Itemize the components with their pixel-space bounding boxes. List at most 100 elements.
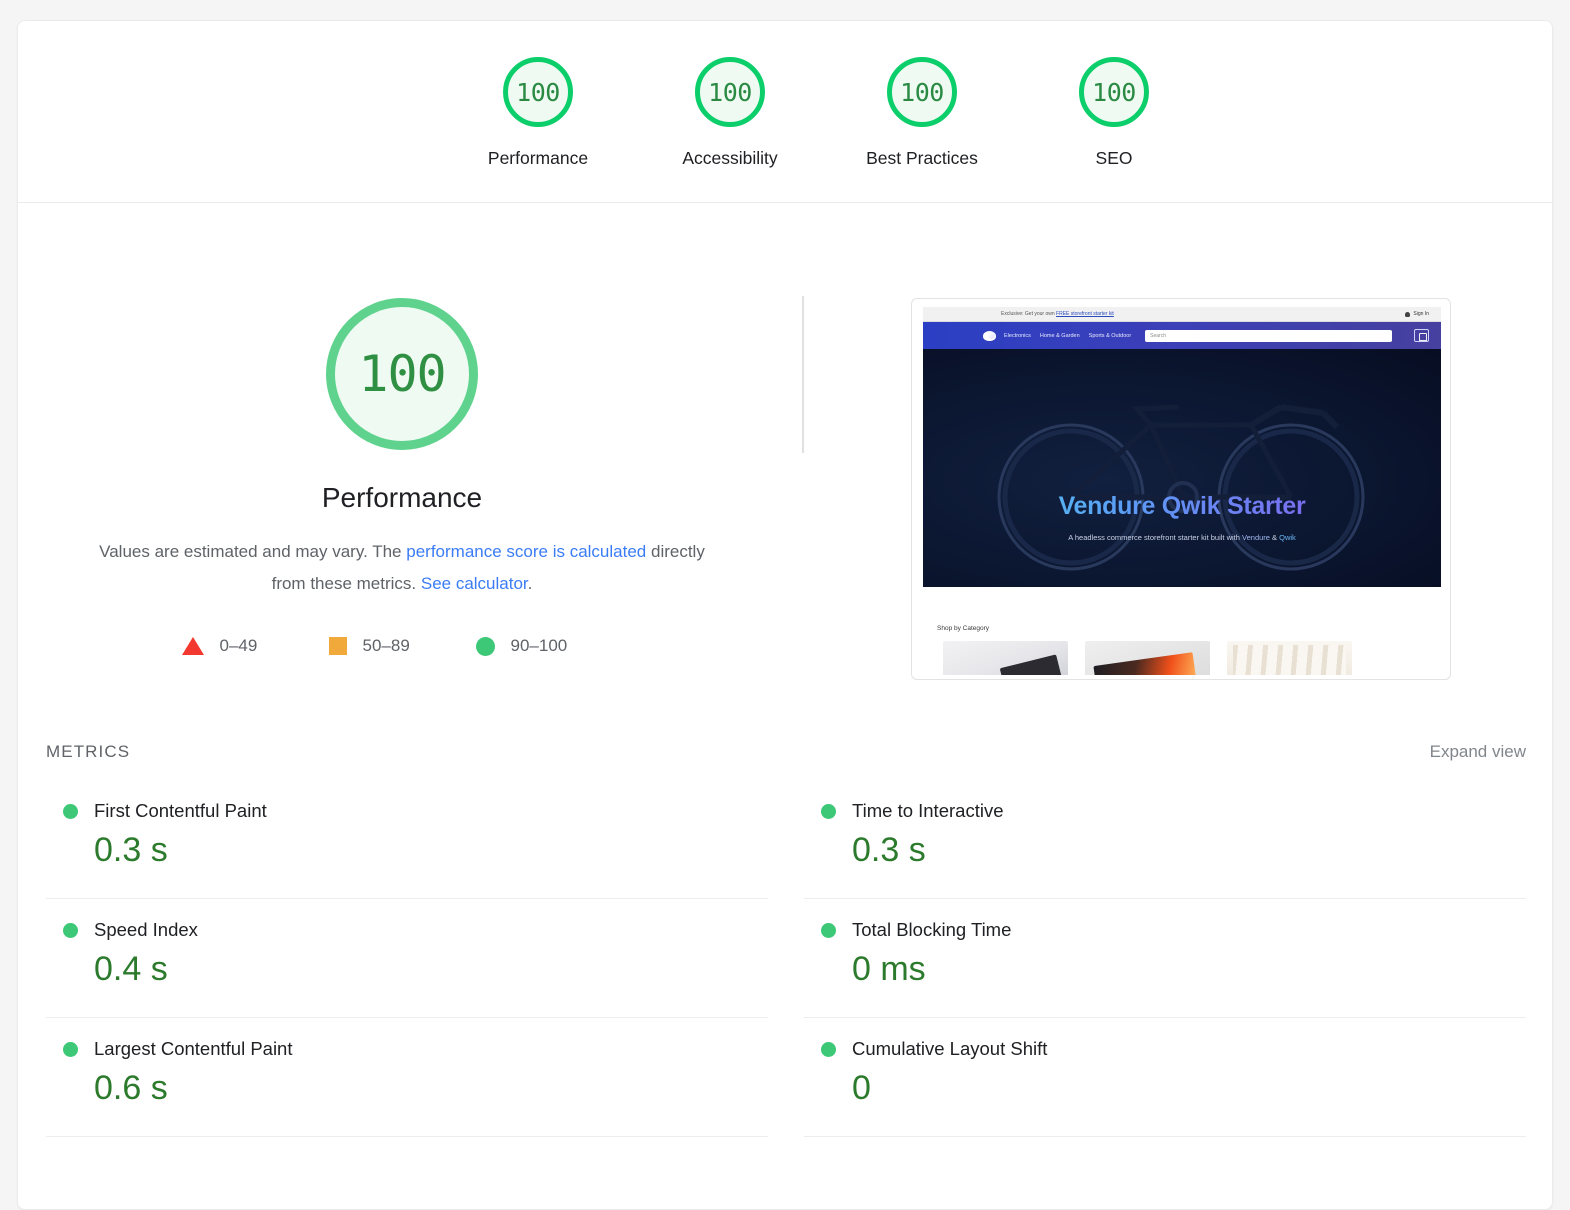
- metric-label: Total Blocking Time: [852, 919, 1012, 940]
- legend-item-pass: 90–100: [475, 636, 623, 656]
- metrics-column-right: Time to Interactive 0.3 s Total Blocking…: [804, 780, 1526, 1137]
- promo-label: Exclusive: Get your own: [1001, 311, 1057, 317]
- metric-header: First Contentful Paint: [46, 800, 768, 822]
- site-promo-bar: Exclusive: Get your own FREE storefront …: [923, 307, 1441, 322]
- metric-header: Largest Contentful Paint: [46, 1038, 768, 1060]
- metric-row[interactable]: First Contentful Paint 0.3 s: [46, 780, 768, 899]
- circle-icon: [475, 636, 495, 656]
- metric-row[interactable]: Time to Interactive 0.3 s: [804, 780, 1526, 899]
- metrics-header: METRICS Expand view: [18, 680, 1552, 762]
- metrics-grid: First Contentful Paint 0.3 s Speed Index…: [18, 762, 1552, 1137]
- category-card: [943, 641, 1068, 675]
- gauge-label: Best Practices: [866, 148, 978, 168]
- metric-value: 0: [852, 1069, 871, 1107]
- nav-link-sports-outdoor: Sports & Outdoor: [1088, 332, 1132, 339]
- square-icon: [328, 637, 347, 655]
- category-gauge-performance[interactable]: 100 Performance: [442, 57, 634, 169]
- final-screenshot-panel: Exclusive: Get your own FREE storefront …: [786, 298, 1552, 680]
- metric-value: 0.6 s: [94, 1069, 168, 1107]
- metric-label: First Contentful Paint: [94, 800, 267, 821]
- pass-circle-icon: [821, 922, 836, 938]
- promo-text: Exclusive: Get your own FREE storefront …: [1001, 311, 1114, 317]
- final-screenshot-image: Exclusive: Get your own FREE storefront …: [923, 307, 1441, 675]
- bicycle-illustration: [997, 404, 1365, 571]
- hero-title: Vendure Qwik Starter: [923, 492, 1441, 521]
- site-navbar: Electronics Home & Garden Sports & Outdo…: [923, 322, 1441, 349]
- pass-circle-icon: [821, 803, 836, 819]
- final-screenshot-frame[interactable]: Exclusive: Get your own FREE storefront …: [911, 298, 1451, 680]
- gauge-score-ring: 100: [695, 57, 765, 127]
- metric-row[interactable]: Speed Index 0.4 s: [46, 899, 768, 1018]
- metric-label: Speed Index: [94, 919, 198, 940]
- description-text-1: Values are estimated and may vary. The: [99, 542, 407, 561]
- performance-score-link[interactable]: performance score is calculated: [406, 542, 646, 561]
- metric-value: 0.3 s: [94, 831, 168, 869]
- metric-value: 0.3 s: [852, 831, 926, 869]
- site-search-field: Search: [1145, 329, 1392, 342]
- category-gauge-best-practices[interactable]: 100 Best Practices: [826, 57, 1018, 169]
- triangle-icon: [181, 637, 204, 655]
- gauge-score-ring: 100: [503, 57, 573, 127]
- legend-label: 0–49: [219, 636, 258, 655]
- site-logo-icon: [983, 330, 996, 341]
- pass-circle-icon: [63, 803, 78, 819]
- cart-icon: [1414, 329, 1429, 342]
- promo-link: FREE storefront starter kit: [1056, 311, 1114, 317]
- nav-link-electronics: Electronics: [1004, 332, 1031, 339]
- metric-header: Total Blocking Time: [804, 919, 1526, 941]
- gauge-score-ring: 100: [887, 57, 957, 127]
- category-gauge-accessibility[interactable]: 100 Accessibility: [634, 57, 826, 169]
- category-card: [1085, 641, 1210, 675]
- legend-label: 50–89: [362, 636, 410, 655]
- metric-label: Cumulative Layout Shift: [852, 1038, 1048, 1059]
- site-nav-links: Electronics Home & Garden Sports & Outdo…: [1004, 333, 1131, 339]
- category-card: [1227, 641, 1352, 675]
- metric-row[interactable]: Cumulative Layout Shift 0: [804, 1018, 1526, 1137]
- metric-label: Largest Contentful Paint: [94, 1038, 293, 1059]
- metric-header: Time to Interactive: [804, 800, 1526, 822]
- hero-sub-amp: &: [1269, 533, 1280, 542]
- gauge-label: SEO: [1095, 148, 1133, 168]
- category-gauge-seo[interactable]: 100 SEO: [1018, 57, 1210, 169]
- metric-label: Time to Interactive: [852, 800, 1004, 821]
- category-gauge-strip: 100 Performance 100 Accessibility 100 Be…: [442, 21, 1552, 169]
- site-hero: Vendure Qwik Starter A headless commerce…: [923, 349, 1441, 587]
- metric-header: Speed Index: [46, 919, 768, 941]
- nav-link-home-garden: Home & Garden: [1039, 332, 1080, 339]
- hero-sub-text: A headless commerce storefront starter k…: [1068, 533, 1243, 542]
- performance-score-gauge: 100: [326, 298, 478, 450]
- hero-sub-qwik: Qwik: [1279, 533, 1296, 542]
- expand-view-button[interactable]: Expand view: [1430, 742, 1526, 762]
- hero-subtitle: A headless commerce storefront starter k…: [923, 533, 1441, 542]
- gauge-score-ring: 100: [1079, 57, 1149, 127]
- metrics-column-left: First Contentful Paint 0.3 s Speed Index…: [46, 780, 768, 1137]
- metric-header: Cumulative Layout Shift: [804, 1038, 1526, 1060]
- gauge-label: Accessibility: [682, 148, 778, 168]
- score-legend: 0–49 50–89 90–100: [181, 636, 623, 656]
- metric-row[interactable]: Total Blocking Time 0 ms: [804, 899, 1526, 1018]
- gauge-label: Performance: [487, 148, 589, 168]
- pass-circle-icon: [63, 922, 78, 938]
- performance-description: Values are estimated and may vary. The p…: [82, 536, 722, 600]
- person-icon: [1405, 311, 1411, 317]
- shop-by-category-heading: Shop by Category: [937, 625, 990, 632]
- pass-circle-icon: [63, 1041, 78, 1057]
- sign-in-label: Sign In: [1413, 311, 1429, 317]
- hero-sub-vendure: Vendure: [1242, 533, 1270, 542]
- description-period: .: [527, 574, 533, 593]
- section-vertical-divider: [802, 296, 804, 453]
- metric-row[interactable]: Largest Contentful Paint 0.6 s: [46, 1018, 768, 1137]
- category-card-row: [923, 632, 1441, 675]
- metrics-section-title: METRICS: [46, 742, 131, 761]
- legend-item-average: 50–89: [328, 636, 476, 656]
- site-sign-in: Sign In: [1405, 311, 1429, 317]
- lighthouse-report-card: 100 Performance 100 Accessibility 100 Be…: [17, 20, 1553, 1210]
- see-calculator-link[interactable]: See calculator: [421, 574, 528, 593]
- metric-value: 0.4 s: [94, 950, 168, 988]
- legend-label: 90–100: [510, 636, 568, 655]
- performance-section: 100 Performance Values are estimated and…: [18, 203, 1552, 680]
- page-title: Performance: [321, 482, 483, 513]
- metric-value: 0 ms: [852, 950, 926, 988]
- pass-circle-icon: [821, 1041, 836, 1057]
- performance-score-panel: 100 Performance Values are estimated and…: [18, 298, 786, 680]
